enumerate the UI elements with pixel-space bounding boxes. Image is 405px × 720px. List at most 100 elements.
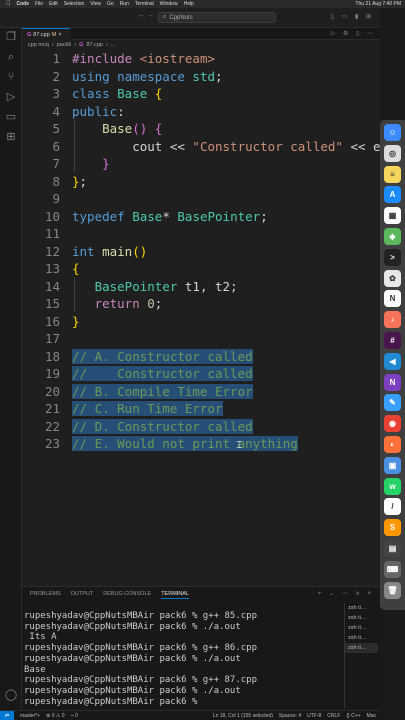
menu-window[interactable]: Window <box>160 1 178 7</box>
chrome2-app-icon[interactable]: ◉ <box>384 415 401 433</box>
scripts-app-icon[interactable]: ▤ <box>384 540 401 557</box>
code-line-23[interactable]: 23 // E. Would not print anything <box>22 435 380 453</box>
status-encoding[interactable]: UTF-8 <box>307 713 321 719</box>
code-line-7[interactable]: 7 } <box>22 155 380 173</box>
gallery-app-icon[interactable]: ▣ <box>384 456 401 474</box>
terminal-list-item[interactable]: zsh ti… <box>345 643 378 653</box>
menu-help[interactable]: Help <box>184 1 194 7</box>
firefox-app-icon[interactable]: ◐ <box>384 436 401 453</box>
nav-arrows-icon[interactable]: ← → <box>138 12 154 19</box>
onenote-app-icon[interactable]: N <box>384 373 401 391</box>
explorer-icon[interactable]: ❐ <box>4 30 18 44</box>
menu-go[interactable]: Go <box>107 1 114 7</box>
code-line-11[interactable]: 11 <box>22 225 380 243</box>
menu-selection[interactable]: Selection <box>64 1 85 7</box>
code-line-21[interactable]: 21 // C. Run Time Error <box>22 400 380 418</box>
notion-app-icon[interactable]: N <box>384 290 401 308</box>
calendar-app-icon[interactable]: ▦ <box>384 207 401 225</box>
code-line-5[interactable]: 5 Base() { <box>22 120 380 138</box>
terminal-list-item[interactable]: zsh ti… <box>345 613 378 623</box>
terminal-list-item[interactable]: zsh ti… <box>345 603 378 613</box>
status-language[interactable]: {} C++ <box>346 713 360 719</box>
photos-app-icon[interactable]: ✿ <box>384 269 401 287</box>
search-icon[interactable]: ⌕ <box>4 50 18 64</box>
trash-app-icon[interactable]: 🗑 <box>384 581 401 599</box>
code-line-18[interactable]: 18 // A. Constructor called <box>22 348 380 366</box>
status-eol[interactable]: CRLF <box>327 713 340 719</box>
layout-icons[interactable]: ▯ ▭ ▮ ⊞ <box>331 13 374 20</box>
code-line-6[interactable]: 6 cout << "Constructor called" << endl; <box>22 138 380 156</box>
editor-actions[interactable]: ▷ ⚙ ▯ ⋯ <box>331 30 376 37</box>
code-line-1[interactable]: 1 #include <iostream> <box>22 50 380 68</box>
whatsapp-app-icon[interactable]: w <box>384 477 401 495</box>
breadcrumb-cpp-mcq[interactable]: cpp mcq <box>28 42 49 48</box>
code-line-2[interactable]: 2 using namespace std; <box>22 68 380 86</box>
code-line-8[interactable]: 8}; <box>22 173 380 191</box>
notes-app-icon[interactable]: ≡ <box>384 165 401 183</box>
code-line-12[interactable]: 12 int main() <box>22 243 380 261</box>
preview-app-icon[interactable]: ✎ <box>384 394 401 412</box>
app-store-app-icon[interactable]: A <box>384 186 401 204</box>
code-line-19[interactable]: 19 // Constructor called <box>22 365 380 383</box>
source-control-icon[interactable]: ⑂ <box>4 70 18 84</box>
code-line-15[interactable]: 15 return 0; <box>22 295 380 313</box>
terminal-list-item[interactable]: zsh ti… <box>345 633 378 643</box>
menu-run[interactable]: Run <box>120 1 129 7</box>
breadcrumb-more[interactable]: ... <box>111 42 116 48</box>
code-line-22[interactable]: 22 // D. Constructor called <box>22 418 380 436</box>
vscode-app-icon[interactable]: ◀ <box>384 352 401 370</box>
line-number: 5 <box>52 121 60 136</box>
menu-terminal[interactable]: Terminal <box>135 1 154 7</box>
code-line-9[interactable]: 9 <box>22 190 380 208</box>
menu-edit[interactable]: Edit <box>49 1 58 7</box>
remote-explorer-icon[interactable]: ▭ <box>4 110 18 124</box>
code-line-10[interactable]: 10 typedef Base* BasePointer; <box>22 208 380 226</box>
code-line-4[interactable]: 4 public: <box>22 103 380 121</box>
remote-indicator-icon[interactable]: ⇄ <box>0 711 14 720</box>
code-line-13[interactable]: 13 { <box>22 260 380 278</box>
music-app-icon[interactable]: ♪ <box>384 311 401 329</box>
code-line-3[interactable]: 3 class Base { <box>22 85 380 103</box>
tab-problems[interactable]: PROBLEMS <box>30 591 61 599</box>
code-editor[interactable]: 1 #include <iostream> 2 using namespace std… <box>22 50 380 586</box>
apple-icon[interactable]:  <box>6 1 11 7</box>
panel-actions[interactable]: + ⌄ ⋯ ∧ × <box>318 590 374 597</box>
terminal-output[interactable]: rupeshyadav@CppNutsMBAir pack6 % g++ 85.… <box>24 611 342 707</box>
status-spaces[interactable]: Spaces: 4 <box>279 713 301 719</box>
status-branch[interactable]: master*+ <box>20 713 40 719</box>
code-line-20[interactable]: 20 // B. Compile Time Error <box>22 383 380 401</box>
extensions-icon[interactable]: ⊞ <box>4 130 18 144</box>
menu-view[interactable]: View <box>90 1 101 7</box>
settings-gear-icon[interactable] <box>4 690 18 704</box>
maps-app-icon[interactable]: ◈ <box>384 228 401 245</box>
status-ports[interactable]: ⌁ 0 <box>71 713 78 719</box>
code-line-16[interactable]: 16} <box>22 313 380 331</box>
code-line-17[interactable]: 17 <box>22 330 380 348</box>
keyboard-app-icon[interactable]: ⌨ <box>384 560 401 578</box>
terminal-list-item[interactable]: zsh ti… <box>345 623 378 633</box>
chrome-app-icon[interactable]: ◎ <box>384 144 401 162</box>
tab-output[interactable]: OUTPUT <box>71 591 94 599</box>
pen-app-icon[interactable]: / <box>384 498 401 516</box>
breadcrumb-pack6[interactable]: pack6 <box>57 42 72 48</box>
finder-app-icon[interactable]: ☺ <box>384 124 401 141</box>
sublime-app-icon[interactable]: S <box>384 519 401 537</box>
status-problems[interactable]: ⊗ 0 ⚠ 0 <box>46 713 64 719</box>
search-text: CppNuts <box>169 14 193 21</box>
tab-87-cpp[interactable]: G 87.cpp M × <box>22 28 70 40</box>
status-platform[interactable]: Mac <box>367 713 376 719</box>
command-center-search[interactable]: ⌕ CppNuts <box>158 12 276 23</box>
run-debug-icon[interactable]: ▷ <box>4 90 18 104</box>
tab-terminal[interactable]: TERMINAL <box>161 591 189 599</box>
terminal-app-icon[interactable]: > <box>384 248 401 266</box>
menu-clock[interactable]: Thu 21 Aug 7:40 PM <box>355 1 405 7</box>
tab-debug-console[interactable]: DEBUG CONSOLE <box>103 591 151 599</box>
status-position[interactable]: Ln 18, Col 1 (155 selected) <box>213 713 273 719</box>
slack-app-icon[interactable]: # <box>384 332 401 349</box>
breadcrumb-file[interactable]: 87.cpp <box>86 42 103 48</box>
code-line-14[interactable]: 14 BasePointer t1, t2; <box>22 278 380 296</box>
code-token: } <box>72 173 80 189</box>
tab-close-icon[interactable]: × <box>58 32 61 38</box>
menu-app-name[interactable]: Code <box>17 1 30 7</box>
menu-file[interactable]: File <box>35 1 43 7</box>
